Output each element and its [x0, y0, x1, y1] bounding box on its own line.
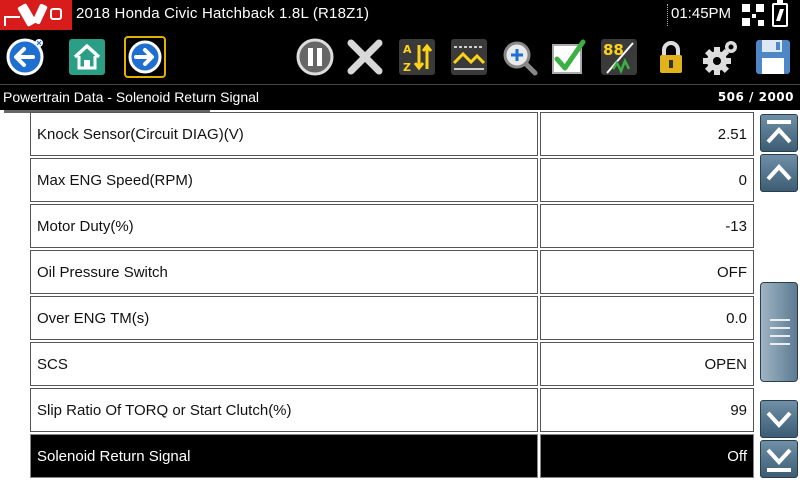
pid-name-cell[interactable]: Solenoid Return Signal: [30, 434, 538, 478]
units-button[interactable]: 88: [598, 36, 640, 78]
pid-value: 2.51: [717, 126, 747, 143]
list-item[interactable]: Over ENG TM(s) 0.0: [30, 296, 756, 340]
scroll-thumb[interactable]: [760, 282, 798, 382]
checkmark-icon: [552, 39, 586, 74]
home-button[interactable]: [66, 36, 108, 78]
title-divider: [667, 4, 669, 26]
graph-button[interactable]: [448, 36, 490, 78]
zoom-icon: [503, 41, 538, 76]
pid-value-cell[interactable]: 0: [540, 158, 754, 202]
pid-name: Motor Duty(%): [37, 218, 134, 235]
pause-icon: [296, 38, 334, 76]
pid-value: -13: [725, 218, 747, 235]
vehicle-title: 2018 Honda Civic Hatchback 1.8L (R18Z1): [76, 5, 370, 22]
sort-icon: A Z: [399, 39, 435, 75]
pid-name: SCS: [37, 356, 68, 373]
pid-value: Off: [727, 448, 747, 465]
pid-value-cell[interactable]: Off: [540, 434, 754, 478]
save-icon: [756, 40, 790, 74]
clock: 01:45PM: [671, 5, 732, 22]
graph-icon: [451, 39, 487, 75]
forward-icon: [128, 40, 162, 74]
back-icon: [6, 38, 44, 76]
lock-button[interactable]: [650, 36, 692, 78]
pid-value-cell[interactable]: 99: [540, 388, 754, 432]
pid-name-cell[interactable]: Knock Sensor(Circuit DIAG)(V): [30, 112, 538, 156]
pid-name-cell[interactable]: Slip Ratio Of TORQ or Start Clutch(%): [30, 388, 538, 432]
battery-icon: [772, 0, 788, 27]
toolbar: A Z 88: [0, 30, 800, 113]
pid-value-cell[interactable]: OPEN: [540, 342, 754, 386]
home-icon: [69, 39, 105, 75]
lock-icon: [660, 41, 682, 73]
scroll-up-icon: [766, 164, 792, 181]
settings-button[interactable]: [700, 36, 742, 78]
sort-button[interactable]: A Z: [396, 36, 438, 78]
scroll-down-button[interactable]: [760, 400, 798, 438]
pid-name: Max ENG Speed(RPM): [37, 172, 193, 189]
screen-header: Powertrain Data - Solenoid Return Signal…: [0, 84, 800, 110]
scroll-up-button[interactable]: [760, 154, 798, 192]
pid-name: Over ENG TM(s): [37, 310, 150, 327]
scroll-top-icon: [766, 120, 792, 144]
select-button[interactable]: [548, 36, 590, 78]
pid-value: 0.0: [726, 310, 747, 327]
title-bar: 2018 Honda Civic Hatchback 1.8L (R18Z1) …: [0, 0, 800, 30]
close-icon: [347, 39, 383, 75]
list-item-selected[interactable]: Solenoid Return Signal Off: [30, 434, 756, 478]
settings-icon: [703, 41, 737, 75]
pid-name: Slip Ratio Of TORQ or Start Clutch(%): [37, 402, 292, 419]
pause-button[interactable]: [294, 36, 336, 78]
save-button[interactable]: [752, 36, 794, 78]
pid-name-cell[interactable]: SCS: [30, 342, 538, 386]
pid-data-list: Knock Sensor(Circuit DIAG)(V) 2.51 Max E…: [30, 112, 756, 480]
list-item[interactable]: SCS OPEN: [30, 342, 756, 386]
pid-value: OPEN: [704, 356, 747, 373]
svg-text:A: A: [403, 43, 412, 56]
pid-name-cell[interactable]: Max ENG Speed(RPM): [30, 158, 538, 202]
scanner-logo-icon[interactable]: [0, 0, 72, 30]
scroll-bottom-icon: [766, 448, 792, 472]
scroll-down-icon: [766, 411, 792, 428]
close-button[interactable]: [344, 36, 386, 78]
back-button[interactable]: [4, 36, 46, 78]
pid-name: Knock Sensor(Circuit DIAG)(V): [37, 126, 244, 143]
pid-value-cell[interactable]: -13: [540, 204, 754, 248]
pid-name: Solenoid Return Signal: [37, 448, 191, 465]
list-item[interactable]: Motor Duty(%) -13: [30, 204, 756, 248]
forward-button[interactable]: [124, 36, 166, 78]
svg-text:Z: Z: [403, 61, 411, 74]
scrollbar[interactable]: [758, 112, 800, 480]
list-item[interactable]: Oil Pressure Switch OFF: [30, 250, 756, 294]
pid-name: Oil Pressure Switch: [37, 264, 168, 281]
zoom-button[interactable]: [498, 36, 540, 78]
pid-value: 99: [730, 402, 747, 419]
list-item[interactable]: Knock Sensor(Circuit DIAG)(V) 2.51: [30, 112, 756, 156]
pid-value: OFF: [717, 264, 747, 281]
page-title: Powertrain Data - Solenoid Return Signal: [3, 89, 260, 105]
pid-value-cell[interactable]: OFF: [540, 250, 754, 294]
pid-name-cell[interactable]: Over ENG TM(s): [30, 296, 538, 340]
pid-name-cell[interactable]: Motor Duty(%): [30, 204, 538, 248]
list-item[interactable]: Slip Ratio Of TORQ or Start Clutch(%) 99: [30, 388, 756, 432]
pid-value-cell[interactable]: 2.51: [540, 112, 754, 156]
scroll-top-button[interactable]: [760, 114, 798, 152]
units-icon: 88: [601, 39, 637, 75]
record-counter: 506 / 2000: [717, 90, 794, 104]
pid-value-cell[interactable]: 0.0: [540, 296, 754, 340]
pid-name-cell[interactable]: Oil Pressure Switch: [30, 250, 538, 294]
scroll-bottom-button[interactable]: [760, 440, 798, 478]
qr-code-icon[interactable]: [742, 4, 764, 26]
pid-value: 0: [738, 172, 747, 189]
list-item[interactable]: Max ENG Speed(RPM) 0: [30, 158, 756, 202]
